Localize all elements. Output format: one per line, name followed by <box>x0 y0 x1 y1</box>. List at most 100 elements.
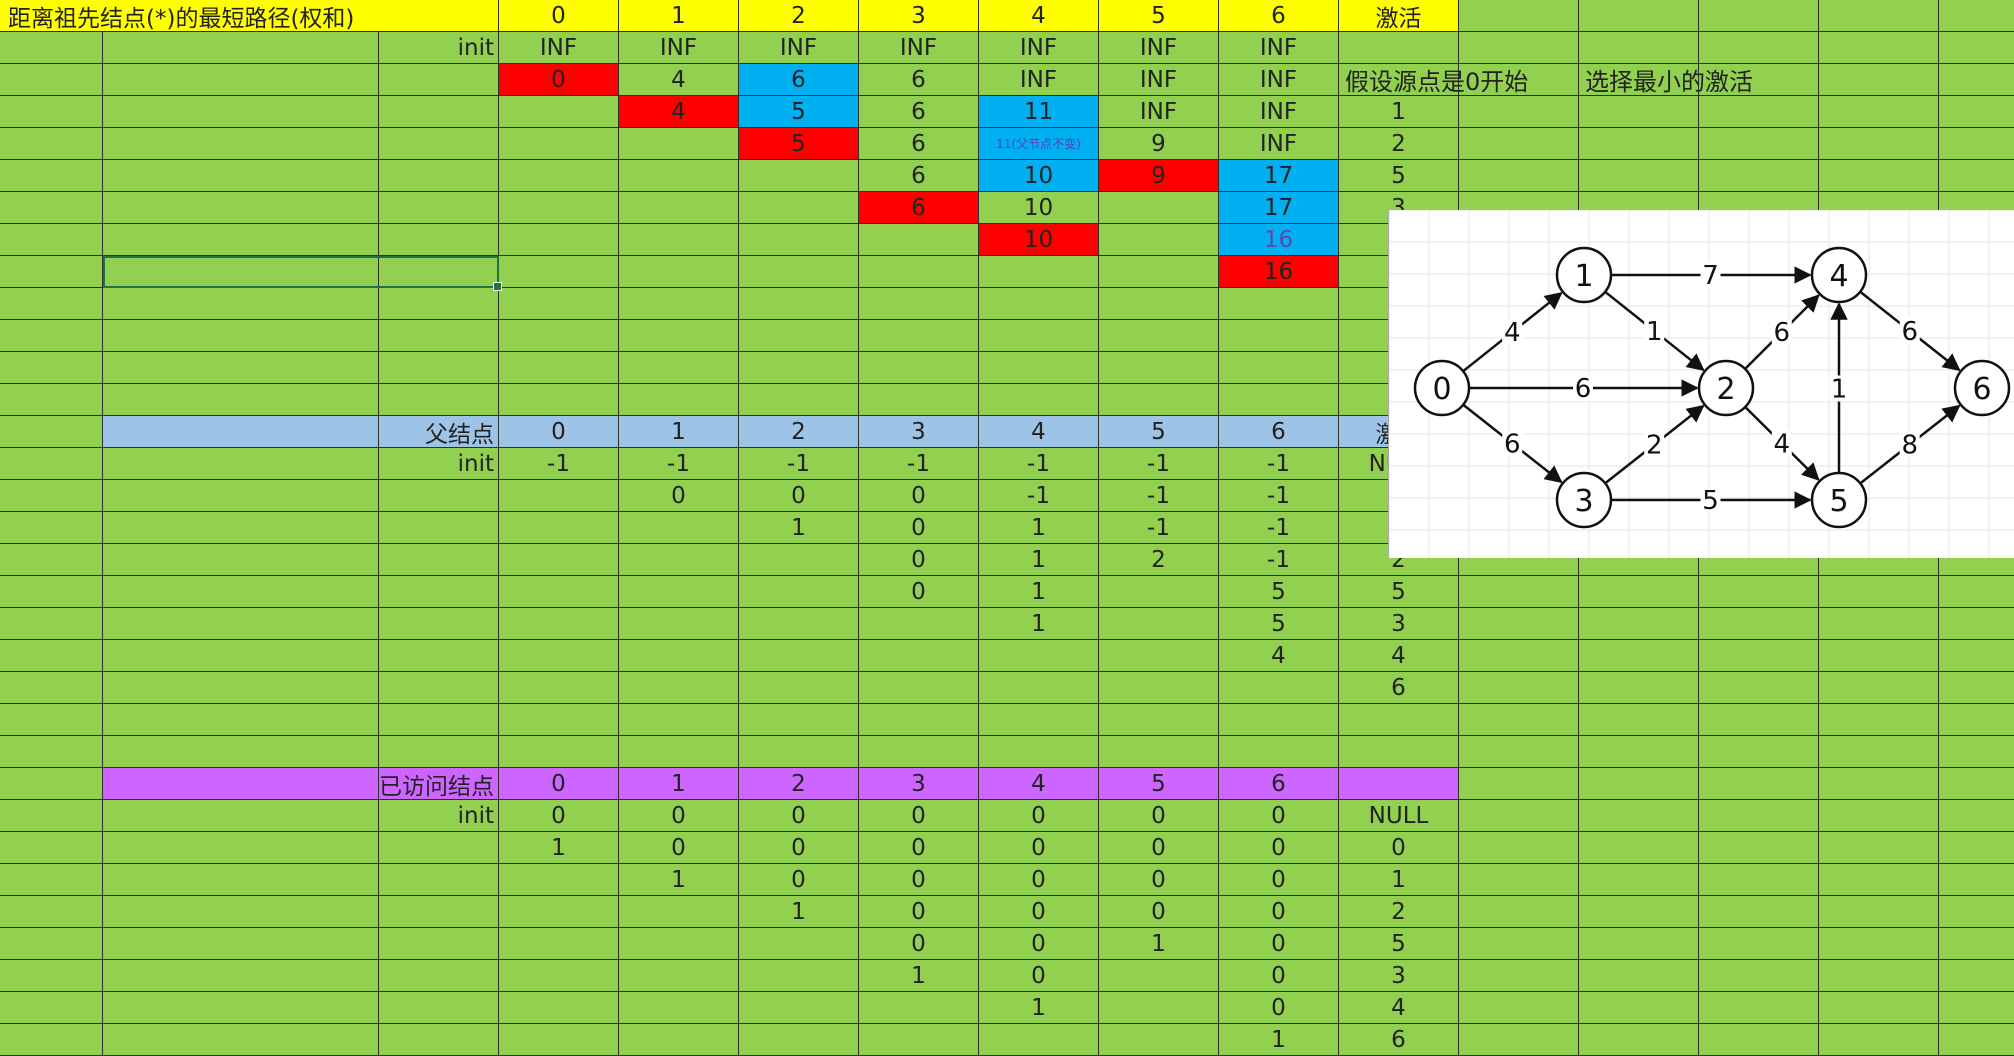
visited_table-cell[interactable]: 1 <box>499 832 619 864</box>
grid-cell[interactable] <box>1099 224 1219 256</box>
grid-cell[interactable] <box>1459 576 1579 608</box>
grid-cell[interactable] <box>379 544 499 576</box>
distance_table-header-col[interactable]: 4 <box>979 0 1099 32</box>
grid-cell[interactable] <box>103 160 379 192</box>
distance_table-cell[interactable]: 10 <box>979 192 1099 224</box>
grid-cell[interactable] <box>0 512 103 544</box>
visited_table-cell[interactable]: 0 <box>1099 800 1219 832</box>
visited_table-cell[interactable]: 0 <box>979 896 1099 928</box>
grid-cell[interactable] <box>499 704 619 736</box>
grid-cell[interactable] <box>1099 640 1219 672</box>
grid-cell[interactable] <box>1699 960 1819 992</box>
grid-cell[interactable] <box>499 320 619 352</box>
grid-cell[interactable] <box>739 704 859 736</box>
grid-cell[interactable] <box>379 608 499 640</box>
grid-cell[interactable] <box>1939 608 2014 640</box>
distance_table-cell[interactable]: 9 <box>1099 160 1219 192</box>
grid-cell[interactable] <box>1459 896 1579 928</box>
grid-cell[interactable] <box>739 256 859 288</box>
visited_table-header-col[interactable]: 0 <box>499 768 619 800</box>
grid-cell[interactable] <box>979 640 1099 672</box>
grid-cell[interactable] <box>1099 256 1219 288</box>
distance_table-cell[interactable]: 1 <box>1339 96 1459 128</box>
grid-cell[interactable] <box>0 416 103 448</box>
grid-cell[interactable] <box>859 320 979 352</box>
grid-cell[interactable] <box>499 352 619 384</box>
grid-cell[interactable] <box>859 384 979 416</box>
grid-cell[interactable] <box>103 960 379 992</box>
grid-cell[interactable] <box>1939 832 2014 864</box>
grid-cell[interactable] <box>379 512 499 544</box>
grid-cell[interactable] <box>499 608 619 640</box>
grid-cell[interactable] <box>739 320 859 352</box>
grid-cell[interactable] <box>1579 864 1699 896</box>
grid-cell[interactable] <box>859 704 979 736</box>
grid-cell[interactable] <box>103 96 379 128</box>
visited_table-cell[interactable]: 1 <box>1219 1024 1339 1056</box>
grid-cell[interactable] <box>0 384 103 416</box>
grid-cell[interactable] <box>379 928 499 960</box>
grid-cell[interactable] <box>1819 896 1939 928</box>
distance_table-cell[interactable]: 6 <box>859 128 979 160</box>
visited_table-cell[interactable]: 1 <box>979 992 1099 1024</box>
grid-cell[interactable] <box>103 800 379 832</box>
grid-cell[interactable] <box>619 160 739 192</box>
parent_table-header-col[interactable]: 1 <box>619 416 739 448</box>
parent_table-cell[interactable]: 0 <box>619 480 739 512</box>
distance_table-header-col[interactable]: 6 <box>1219 0 1339 32</box>
grid-cell[interactable] <box>1819 32 1939 64</box>
grid-cell[interactable] <box>1459 608 1579 640</box>
grid-cell[interactable] <box>1219 704 1339 736</box>
grid-cell[interactable] <box>0 224 103 256</box>
distance_table-cell[interactable]: 16 <box>1219 256 1339 288</box>
parent_table-cell[interactable]: 1 <box>979 576 1099 608</box>
grid-cell[interactable] <box>379 384 499 416</box>
grid-cell[interactable] <box>0 448 103 480</box>
distance_table-cell[interactable]: 17 <box>1219 160 1339 192</box>
parent_table-cell[interactable]: -1 <box>739 448 859 480</box>
grid-cell[interactable] <box>379 864 499 896</box>
grid-cell[interactable] <box>619 704 739 736</box>
grid-cell[interactable] <box>0 768 103 800</box>
grid-cell[interactable] <box>103 512 379 544</box>
grid-cell[interactable] <box>499 384 619 416</box>
grid-cell[interactable] <box>1219 672 1339 704</box>
grid-cell[interactable] <box>0 864 103 896</box>
grid-cell[interactable] <box>103 128 379 160</box>
parent_table-cell[interactable]: -1 <box>1099 480 1219 512</box>
distance_table-cell[interactable]: 6 <box>859 160 979 192</box>
grid-cell[interactable] <box>619 320 739 352</box>
visited_table-cell[interactable]: 0 <box>979 928 1099 960</box>
grid-cell[interactable] <box>103 256 379 288</box>
grid-cell[interactable] <box>103 1024 379 1056</box>
distance_table-cell[interactable]: INF <box>499 32 619 64</box>
grid-cell[interactable] <box>0 672 103 704</box>
visited_table-cell[interactable]: 1 <box>619 864 739 896</box>
grid-cell[interactable] <box>1699 0 1819 32</box>
grid-cell[interactable] <box>1939 576 2014 608</box>
grid-cell[interactable] <box>379 832 499 864</box>
distance_table-header-col[interactable]: 3 <box>859 0 979 32</box>
grid-cell[interactable] <box>0 256 103 288</box>
visited_table-init-label[interactable]: init <box>379 800 499 832</box>
visited_table-header-col[interactable]: 4 <box>979 768 1099 800</box>
grid-cell[interactable] <box>103 544 379 576</box>
grid-cell[interactable] <box>1459 160 1579 192</box>
grid-cell[interactable] <box>103 992 379 1024</box>
grid-cell[interactable] <box>1099 704 1219 736</box>
parent_table-init-label[interactable]: init <box>379 448 499 480</box>
grid-cell[interactable] <box>1819 960 1939 992</box>
grid-cell[interactable] <box>103 288 379 320</box>
grid-cell[interactable] <box>379 480 499 512</box>
grid-cell[interactable] <box>1579 928 1699 960</box>
distance_table-cell[interactable]: 9 <box>1099 128 1219 160</box>
select-min-note[interactable]: 选择最小的激活 <box>1579 64 1753 96</box>
grid-cell[interactable] <box>1339 704 1459 736</box>
grid-cell[interactable] <box>499 480 619 512</box>
parent_table-cell[interactable]: 4 <box>1219 640 1339 672</box>
grid-cell[interactable] <box>619 608 739 640</box>
grid-cell[interactable] <box>739 384 859 416</box>
grid-cell[interactable] <box>1099 288 1219 320</box>
grid-cell[interactable] <box>619 640 739 672</box>
distance_table-cell[interactable]: 17 <box>1219 192 1339 224</box>
